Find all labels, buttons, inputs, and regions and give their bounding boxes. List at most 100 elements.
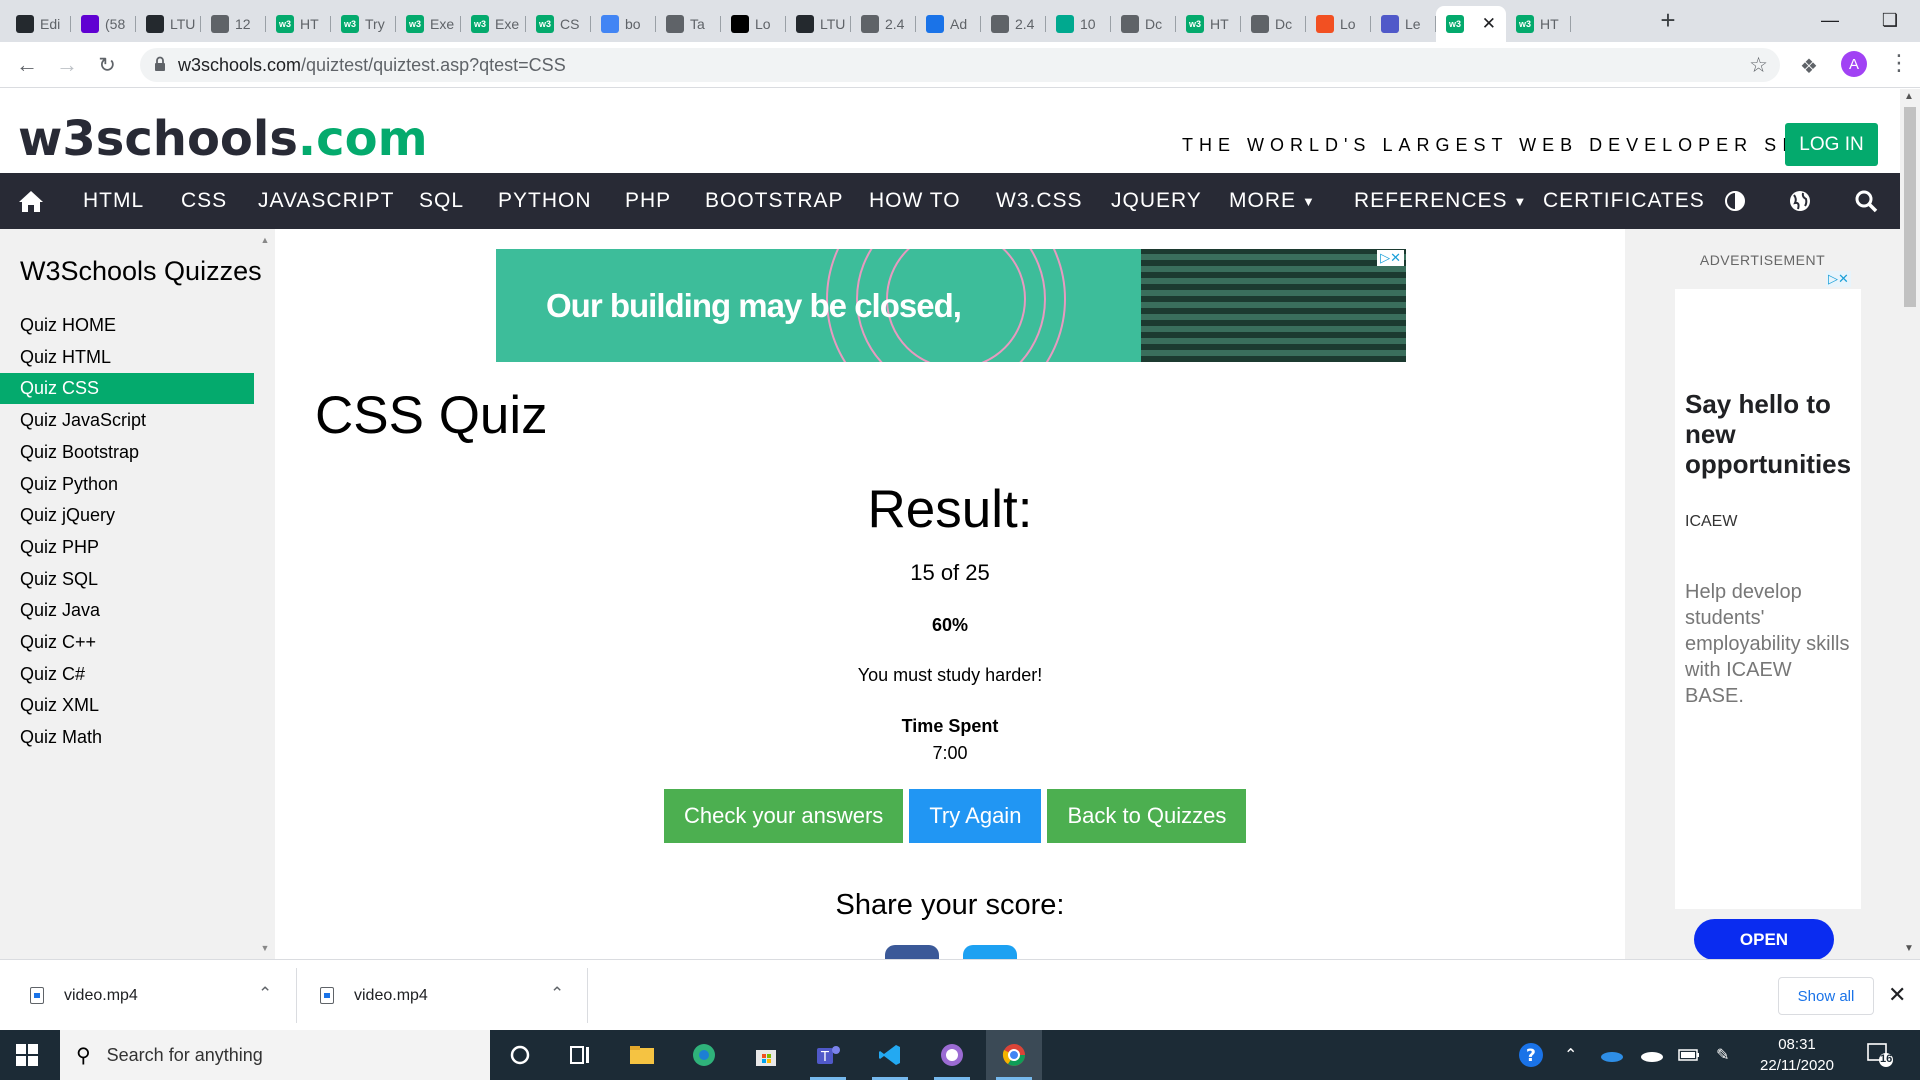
github-desktop-icon[interactable] <box>924 1030 980 1080</box>
browser-tab[interactable]: 2.4 <box>981 6 1046 42</box>
edge-beta-icon[interactable] <box>676 1030 732 1080</box>
twitter-share-icon[interactable] <box>963 945 1017 959</box>
scrollbar-thumb[interactable] <box>1904 107 1916 307</box>
maximize-button[interactable]: ❏ <box>1860 0 1920 40</box>
globe-icon[interactable] <box>1788 173 1812 229</box>
nav-certificates[interactable]: CERTIFICATES <box>1543 173 1705 229</box>
sidebar-item-quiz-javascript[interactable]: Quiz JavaScript <box>0 405 254 436</box>
bookmark-star-icon[interactable]: ☆ <box>1749 53 1768 78</box>
nav-php[interactable]: PHP <box>625 173 671 229</box>
scroll-down-icon[interactable]: ▼ <box>1904 943 1914 954</box>
sidebar-item-quiz-home[interactable]: Quiz HOME <box>0 310 254 341</box>
ad-close-icon[interactable]: ▷✕ <box>1826 271 1851 287</box>
nav-css[interactable]: CSS <box>181 173 227 229</box>
browser-tab[interactable]: w3 ✕ <box>1436 6 1506 42</box>
sidebar-item-quiz-sql[interactable]: Quiz SQL <box>0 564 254 595</box>
task-view-icon[interactable] <box>552 1030 608 1080</box>
nav-references[interactable]: REFERENCES ▼ <box>1354 173 1527 229</box>
reload-button[interactable]: ↻ <box>92 50 122 80</box>
new-tab-button[interactable]: + <box>1654 5 1682 35</box>
nav-w3-css[interactable]: W3.CSS <box>996 173 1083 229</box>
sidebar-item-quiz-java[interactable]: Quiz Java <box>0 595 254 626</box>
browser-tab[interactable]: bo <box>591 6 656 42</box>
browser-tab[interactable]: w3 Try <box>331 6 396 42</box>
browser-tab[interactable]: Lo <box>721 6 786 42</box>
browser-tab[interactable]: 12 <box>201 6 266 42</box>
cloud-icon[interactable] <box>1640 1030 1664 1080</box>
sidebar-item-quiz-xml[interactable]: Quiz XML <box>0 690 254 721</box>
sidebar-item-quiz-c++[interactable]: Quiz C++ <box>0 627 254 658</box>
back-to-quizzes-button[interactable]: Back to Quizzes <box>1047 789 1247 843</box>
minimize-button[interactable]: — <box>1800 0 1860 40</box>
nav-more[interactable]: MORE ▼ <box>1229 173 1316 229</box>
nav-bootstrap[interactable]: BOOTSTRAP <box>705 173 844 229</box>
browser-tab[interactable]: Le <box>1371 6 1436 42</box>
ad-open-button[interactable]: OPEN <box>1694 919 1834 960</box>
browser-tab[interactable]: w3 HT <box>1506 6 1571 42</box>
nav-javascript[interactable]: JAVASCRIPT <box>258 173 394 229</box>
browser-tab[interactable]: LTU <box>136 6 201 42</box>
taskbar-search[interactable]: ⚲ Search for anything <box>60 1030 490 1080</box>
sidebar-scroll-down-icon[interactable]: ▼ <box>259 943 271 955</box>
close-tab-icon[interactable]: ✕ <box>1482 14 1496 34</box>
windows-start-icon[interactable] <box>16 1044 38 1066</box>
cortana-icon[interactable] <box>492 1030 548 1080</box>
store-icon[interactable] <box>738 1030 794 1080</box>
nav-how-to[interactable]: HOW TO <box>869 173 961 229</box>
address-bar[interactable]: w3schools.com/quiztest/quiztest.asp?qtes… <box>140 48 1780 82</box>
browser-tab[interactable]: Dc <box>1111 6 1176 42</box>
chevron-up-icon[interactable]: ⌃ <box>258 984 272 1004</box>
page-scrollbar[interactable]: ▲ ▼ <box>1900 89 1920 959</box>
search-icon[interactable] <box>1854 173 1878 229</box>
sidebar-item-quiz-c#[interactable]: Quiz C# <box>0 659 254 690</box>
help-icon[interactable]: ? <box>1518 1030 1544 1080</box>
browser-tab[interactable]: 10 <box>1046 6 1111 42</box>
browser-tab[interactable]: LTU <box>786 6 851 42</box>
browser-menu-icon[interactable]: ⋮ <box>1888 50 1910 76</box>
try-again-button[interactable]: Try Again <box>909 789 1042 843</box>
browser-tab[interactable]: w3 Exe <box>461 6 526 42</box>
facebook-share-icon[interactable] <box>885 945 939 959</box>
download-item[interactable]: video.mp4 <box>320 960 428 1031</box>
w3schools-logo[interactable]: w3schools.com <box>18 111 428 167</box>
close-downloads-icon[interactable]: ✕ <box>1888 982 1906 1008</box>
browser-tab[interactable]: w3 CS <box>526 6 591 42</box>
scroll-up-icon[interactable]: ▲ <box>1904 91 1914 102</box>
nav-jquery[interactable]: JQUERY <box>1111 173 1202 229</box>
browser-tab[interactable]: Edi <box>6 6 71 42</box>
nav-sql[interactable]: SQL <box>419 173 464 229</box>
sidebar-item-quiz-css[interactable]: Quiz CSS <box>0 373 254 405</box>
chrome-icon[interactable] <box>986 1030 1042 1080</box>
sidebar-scroll-up-icon[interactable]: ▲ <box>259 235 271 247</box>
nav-html[interactable]: HTML <box>83 173 144 229</box>
nav-python[interactable]: PYTHON <box>498 173 592 229</box>
browser-tab[interactable]: w3 Exe <box>396 6 461 42</box>
pen-icon[interactable]: ✎ <box>1716 1030 1729 1080</box>
taskbar-clock[interactable]: 08:31 22/11/2020 <box>1752 1034 1842 1076</box>
browser-tab[interactable]: Ta <box>656 6 721 42</box>
sidebar-item-quiz-python[interactable]: Quiz Python <box>0 469 254 500</box>
ad-card[interactable]: Say hello to new opportunities ICAEW Hel… <box>1675 289 1861 909</box>
sidebar-item-quiz-math[interactable]: Quiz Math <box>0 722 254 753</box>
sidebar-item-quiz-php[interactable]: Quiz PHP <box>0 532 254 563</box>
browser-tab[interactable]: Dc <box>1241 6 1306 42</box>
sidebar-item-quiz-bootstrap[interactable]: Quiz Bootstrap <box>0 437 254 468</box>
forward-button[interactable]: → <box>52 50 82 80</box>
battery-icon[interactable] <box>1678 1030 1700 1080</box>
home-icon[interactable] <box>18 173 44 229</box>
back-button[interactable]: ← <box>12 50 42 80</box>
download-item[interactable]: video.mp4 <box>30 960 138 1031</box>
sidebar-item-quiz-html[interactable]: Quiz HTML <box>0 342 254 373</box>
notification-center-icon[interactable]: 16 <box>1866 1042 1894 1068</box>
ad-close-icon[interactable]: ▷✕ <box>1377 250 1404 266</box>
teams-icon[interactable]: T <box>800 1030 856 1080</box>
dark-mode-toggle-icon[interactable] <box>1724 173 1746 229</box>
file-explorer-icon[interactable] <box>614 1030 670 1080</box>
vscode-icon[interactable] <box>862 1030 918 1080</box>
extensions-puzzle-icon[interactable]: ❖ <box>1800 54 1818 79</box>
onedrive-icon[interactable] <box>1600 1030 1624 1080</box>
profile-avatar[interactable]: A <box>1841 51 1867 77</box>
check-answers-button[interactable]: Check your answers <box>664 789 904 843</box>
tray-chevron-up-icon[interactable]: ⌃ <box>1564 1030 1577 1080</box>
show-all-downloads-button[interactable]: Show all <box>1778 977 1874 1015</box>
